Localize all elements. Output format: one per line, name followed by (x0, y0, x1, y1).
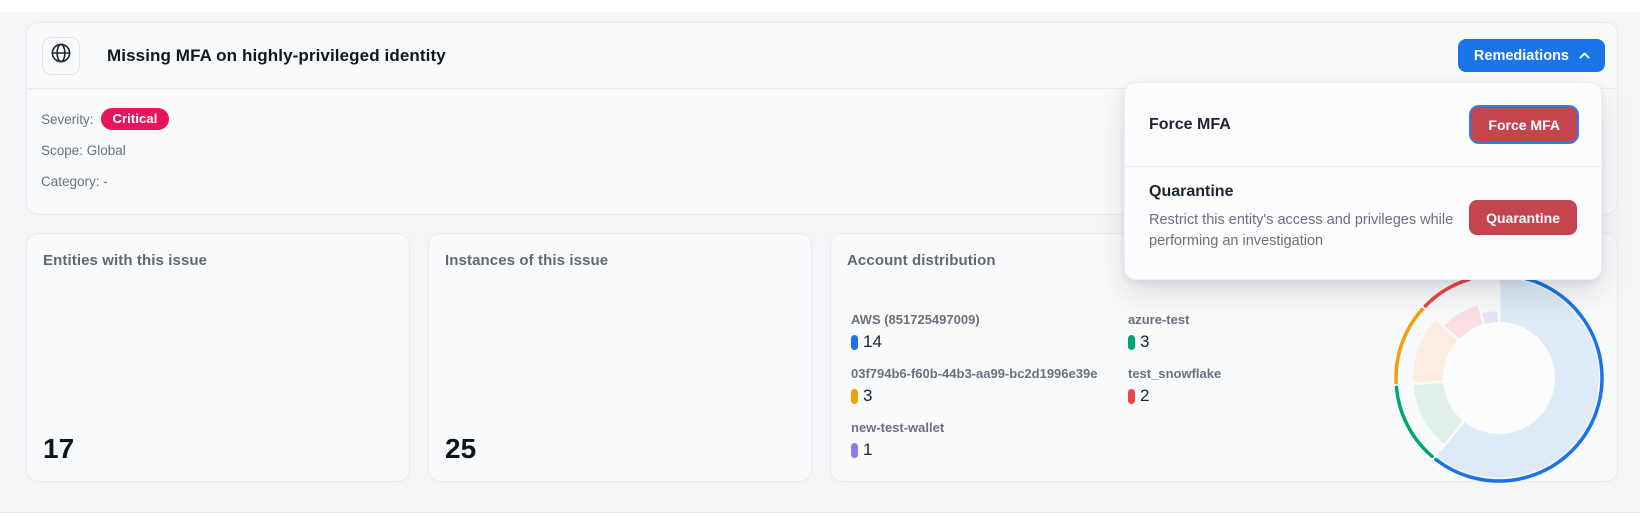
legend-label: new-test-wallet (851, 420, 945, 435)
legend-item[interactable]: new-test-wallet 1 (851, 420, 1128, 460)
legend-item[interactable]: azure-test 3 (1128, 312, 1348, 352)
quarantine-description: Restrict this entity's access and privil… (1149, 212, 1454, 250)
account-distribution-legend: AWS (851725497009) 14 azure-test 3 03f794b6-… (851, 312, 1348, 460)
page-title: Missing MFA on highly-privileged identit… (107, 45, 446, 65)
chevron-up-icon (1578, 49, 1591, 62)
instances-card: Instances of this issue 25 (428, 233, 812, 482)
legend-item[interactable]: AWS (851725497009) 14 (851, 312, 1128, 352)
force-mfa-title: Force MFA (1149, 115, 1231, 133)
legend-label: test_snowflake (1128, 366, 1222, 381)
account-distribution-donut-chart (1394, 273, 1604, 483)
legend-label: 03f794b6-f60b-44b3-aa99-bc2d1996e39e (851, 366, 1098, 381)
remediations-button-label: Remediations (1473, 47, 1569, 64)
issue-meta: Severity: Critical Scope: Global Categor… (41, 108, 170, 201)
remediation-item-force-mfa: Force MFA Force MFA (1125, 83, 1601, 167)
legend-value: 3 (1140, 332, 1150, 351)
severity-row: Severity: Critical (41, 108, 170, 130)
legend-label: azure-test (1128, 312, 1190, 327)
quarantine-title: Quarantine (1149, 183, 1234, 200)
legend-value: 3 (863, 386, 873, 405)
legend-color-chip (851, 388, 858, 404)
entities-card: Entities with this issue 17 (26, 233, 410, 482)
globe-icon-box (42, 36, 80, 75)
entities-card-title: Entities with this issue (43, 252, 208, 269)
legend-color-chip (1128, 388, 1135, 404)
legend-label: AWS (851725497009) (851, 312, 980, 327)
entities-count: 17 (43, 433, 75, 464)
severity-label: Severity: (41, 111, 94, 127)
legend-value-row: 2 (1128, 386, 1348, 406)
legend-value: 14 (863, 332, 882, 351)
legend-item[interactable]: 03f794b6-f60b-44b3-aa99-bc2d1996e39e 3 (851, 366, 1128, 406)
force-mfa-button[interactable]: Force MFA (1471, 107, 1577, 142)
quarantine-texts: Quarantine Restrict this entity's access… (1149, 183, 1469, 252)
legend-value: 1 (863, 440, 873, 459)
legend-value-row: 1 (851, 440, 1128, 460)
remediation-item-quarantine: Quarantine Restrict this entity's access… (1125, 167, 1601, 252)
issue-header: Missing MFA on highly-privileged identit… (27, 23, 1617, 89)
legend-item[interactable]: test_snowflake 2 (1128, 366, 1348, 406)
legend-color-chip (851, 442, 858, 458)
legend-value-row: 3 (1128, 332, 1348, 352)
legend-value-row: 3 (851, 386, 1128, 406)
scope-row: Scope: Global (41, 142, 126, 158)
quarantine-button[interactable]: Quarantine (1469, 200, 1577, 236)
donut-outer-arc (1423, 277, 1471, 308)
remediations-dropdown: Force MFA Force MFA Quarantine Restrict … (1124, 82, 1602, 280)
legend-color-chip (1128, 334, 1135, 350)
instances-count: 25 (445, 433, 477, 464)
remediations-button[interactable]: Remediations (1457, 39, 1605, 72)
severity-badge: Critical (100, 108, 170, 130)
legend-value-row: 14 (851, 332, 1128, 352)
legend-color-chip (851, 334, 858, 350)
donut-hole (1443, 322, 1555, 434)
category-row: Category: - (41, 173, 108, 189)
account-distribution-title: Account distribution (847, 252, 996, 269)
legend-value: 2 (1140, 386, 1150, 405)
globe-icon (49, 41, 73, 70)
instances-card-title: Instances of this issue (445, 252, 609, 269)
